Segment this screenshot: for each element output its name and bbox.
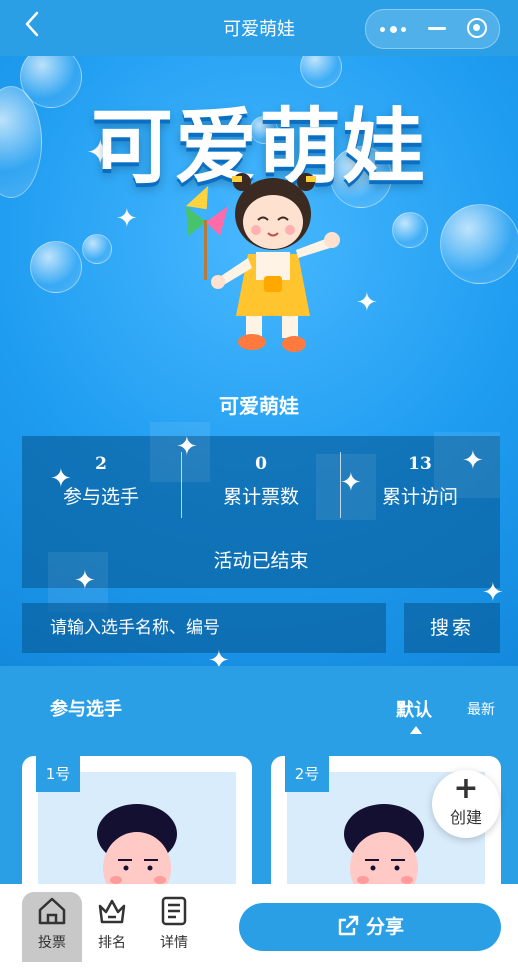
- tab-detail-label: 详情: [160, 935, 188, 951]
- create-label: 创建: [449, 808, 482, 827]
- top-navbar: 可爱萌娃: [0, 0, 518, 56]
- bottom-tabbar: 投票 排名 详情 分享: [0, 884, 518, 975]
- hero-banner: ✦ ✦ ✦ 可爱萌娃 可爱萌娃 2 参与选手 0 累计票数 13 累计访问 活动…: [0, 56, 518, 666]
- girl-illustration: [186, 173, 340, 352]
- sort-latest-tab[interactable]: 最新: [467, 699, 495, 719]
- search-button[interactable]: 搜索: [404, 603, 500, 653]
- create-button[interactable]: + 创建: [432, 770, 500, 838]
- close-target-icon[interactable]: [467, 18, 487, 38]
- stat-participants-label: 参与选手: [62, 486, 139, 508]
- bubble-decor: [30, 241, 82, 293]
- sort-default-tab[interactable]: 默认: [396, 696, 432, 722]
- tab-rank-label: 排名: [98, 935, 126, 951]
- bubble-decor: [392, 212, 428, 248]
- more-icon[interactable]: [380, 26, 406, 33]
- sparkle-icon: ✦: [208, 646, 230, 666]
- active-sort-indicator: [410, 726, 422, 734]
- participant-number: 2号: [285, 756, 329, 792]
- sparkle-icon: ✦: [356, 288, 378, 318]
- participant-number: 1号: [36, 756, 80, 792]
- bubble-decor: [82, 234, 112, 264]
- plus-icon: +: [453, 771, 479, 806]
- search-input[interactable]: [22, 603, 386, 653]
- sparkle-icon: ✦: [340, 468, 362, 498]
- sparkle-icon: ✦: [462, 446, 484, 476]
- home-icon: [38, 897, 66, 925]
- tab-rank[interactable]: 排名: [82, 892, 142, 962]
- share-label: 分享: [365, 916, 404, 938]
- section-title: 参与选手: [50, 699, 122, 720]
- tab-vote[interactable]: 投票: [22, 892, 82, 962]
- search-box: [22, 603, 386, 653]
- crown-icon: [98, 899, 126, 924]
- share-button[interactable]: 分享: [239, 903, 501, 951]
- minimize-icon[interactable]: [428, 27, 446, 30]
- document-icon: [161, 896, 187, 926]
- tab-vote-label: 投票: [38, 935, 66, 951]
- activity-title: 可爱萌娃: [219, 394, 299, 418]
- bubble-decor: [440, 204, 518, 284]
- sparkle-icon: ✦: [116, 204, 138, 234]
- share-icon: [338, 915, 359, 936]
- sparkle-icon: ✦: [176, 432, 198, 462]
- tab-detail[interactable]: 详情: [144, 892, 204, 962]
- miniapp-capsule: [365, 9, 500, 49]
- sparkle-icon: ✦: [50, 464, 72, 494]
- sparkle-icon: ✦: [74, 566, 96, 596]
